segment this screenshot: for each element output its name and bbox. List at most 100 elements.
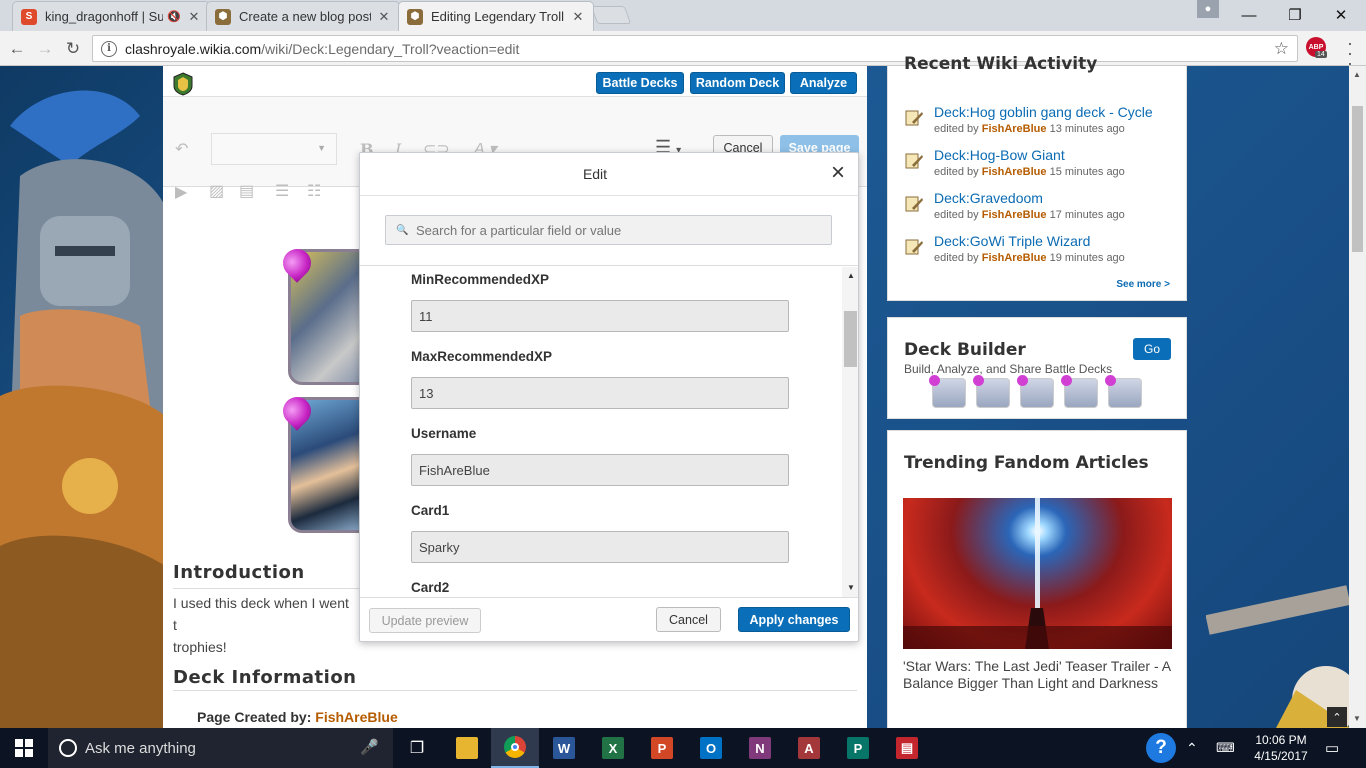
recent-item-link[interactable]: Deck:Hog-Bow Giant — [934, 147, 1065, 163]
back-to-top-icon[interactable]: ⌃ — [1327, 707, 1347, 727]
taskbar-excel[interactable]: X — [589, 728, 637, 768]
access-icon: A — [798, 737, 820, 759]
taskbar-onenote[interactable]: N — [736, 728, 784, 768]
update-preview-button[interactable]: Update preview — [369, 608, 481, 633]
tab-title: Editing Legendary Troll - — [431, 9, 565, 24]
publisher-icon: P — [847, 737, 869, 759]
user-link[interactable]: FishAreBlue — [982, 123, 1047, 135]
browser-menu-icon[interactable]: · · · — [1340, 34, 1360, 72]
taskbar-file-explorer[interactable] — [443, 728, 491, 768]
taskbar-access[interactable]: A — [785, 728, 833, 768]
scroll-down-arrow-icon[interactable]: ▼ — [847, 583, 855, 592]
keyboard-icon[interactable]: ⌨ — [1216, 740, 1235, 756]
dialog-search-area: 🔍 — [360, 196, 858, 266]
page-scroll-thumb[interactable] — [1352, 106, 1363, 252]
close-tab-icon[interactable]: ✕ — [377, 9, 391, 25]
recent-item-meta: edited by FishAreBlue 13 minutes ago — [934, 123, 1125, 135]
scroll-up-arrow-icon[interactable]: ▲ — [1353, 70, 1361, 79]
paragraph-format-dropdown[interactable]: ▼ — [211, 133, 337, 165]
dialog-scrollbar[interactable]: ▲ ▼ — [842, 267, 858, 597]
field-input-username[interactable]: FishAreBlue — [411, 454, 789, 486]
field-label-minrecommendedxp: MinRecommendedXP — [411, 272, 550, 287]
windows-taskbar: Ask me anything 🎤 ❐ W X P O N A P ▤ ? ⌃ … — [0, 728, 1366, 768]
divider — [173, 690, 857, 691]
user-link[interactable]: FishAreBlue — [982, 252, 1047, 264]
trending-article-image[interactable] — [903, 498, 1172, 649]
scroll-down-arrow-icon[interactable]: ▼ — [1353, 714, 1361, 723]
dialog-cancel-button[interactable]: Cancel — [656, 607, 721, 632]
trending-title: Trending Fandom Articles — [904, 453, 1149, 473]
analyze-button[interactable]: Analyze — [790, 72, 857, 94]
deck-builder-go-button[interactable]: Go — [1133, 338, 1171, 360]
profile-icon[interactable]: ● — [1197, 0, 1219, 18]
recent-item-link[interactable]: Deck:Gravedoom — [934, 190, 1043, 206]
mute-icon[interactable]: 🔇 — [167, 10, 181, 23]
minimize-button[interactable]: — — [1226, 0, 1272, 30]
mini-card[interactable] — [929, 375, 966, 408]
recent-item-link[interactable]: Deck:GoWi Triple Wizard — [934, 233, 1090, 249]
battle-decks-button[interactable]: Battle Decks — [596, 72, 684, 94]
scroll-up-arrow-icon[interactable]: ▲ — [847, 271, 855, 280]
taskbar-outlook[interactable]: O — [687, 728, 735, 768]
deck-builder-subtitle: Build, Analyze, and Share Battle Decks — [904, 362, 1113, 376]
restore-button[interactable]: ❐ — [1272, 0, 1318, 30]
created-by-user-link[interactable]: FishAreBlue — [315, 709, 397, 725]
wiki-logo-icon[interactable] — [173, 72, 193, 96]
taskbar-word[interactable]: W — [540, 728, 588, 768]
page-scrollbar[interactable]: ▲ ▼ — [1349, 66, 1366, 728]
start-button[interactable] — [0, 728, 48, 768]
undo-icon[interactable]: ↶ — [175, 139, 188, 159]
page-created-by: Page Created by: FishAreBlue — [197, 709, 398, 725]
close-window-button[interactable]: ✕ — [1318, 0, 1364, 30]
mini-card[interactable] — [1017, 375, 1054, 408]
dialog-scroll-thumb[interactable] — [844, 311, 857, 367]
browser-tab-1[interactable]: S king_dragonhoff | Sup 🔇 ✕ — [12, 1, 210, 31]
microphone-icon[interactable]: 🎤 — [360, 738, 379, 756]
user-link[interactable]: FishAreBlue — [982, 209, 1047, 221]
see-more-link[interactable]: See more > — [1116, 279, 1170, 290]
help-icon[interactable]: ? — [1146, 733, 1176, 763]
right-artwork — [1206, 560, 1350, 728]
taskbar-publisher[interactable]: P — [834, 728, 882, 768]
browser-tab-3-active[interactable]: ⬢ Editing Legendary Troll - ✕ — [398, 1, 594, 31]
mini-card[interactable] — [973, 375, 1010, 408]
bookmark-star-icon[interactable]: ☆ — [1274, 39, 1289, 59]
field-input-card1[interactable]: Sparky — [411, 531, 789, 563]
field-input-minrecommendedxp[interactable]: 11 — [411, 300, 789, 332]
apply-changes-button[interactable]: Apply changes — [738, 607, 850, 632]
taskbar-clock[interactable]: 10:06 PM 4/15/2017 — [1248, 732, 1314, 764]
user-link[interactable]: FishAreBlue — [982, 166, 1047, 178]
dialog-footer: Update preview Cancel Apply changes — [360, 597, 858, 641]
dialog-header: Edit × — [360, 153, 858, 196]
back-button[interactable]: ← — [6, 38, 28, 60]
browser-tab-2[interactable]: ⬢ Create a new blog post | ✕ — [206, 1, 400, 31]
action-center-icon[interactable]: ▭ — [1325, 739, 1339, 757]
close-tab-icon[interactable]: ✕ — [571, 9, 585, 25]
excel-icon: X — [602, 737, 624, 759]
field-search-box[interactable]: 🔍 — [385, 215, 832, 245]
task-view-button[interactable]: ❐ — [393, 728, 441, 768]
close-icon[interactable]: × — [826, 161, 850, 185]
random-deck-button[interactable]: Random Deck — [690, 72, 785, 94]
reload-button[interactable]: ↻ — [62, 38, 84, 60]
taskbar-news[interactable]: ▤ — [883, 728, 931, 768]
recent-item-link[interactable]: Deck:Hog goblin gang deck - Cycle — [934, 104, 1153, 120]
address-bar[interactable]: i clashroyale.wikia.com/wiki/Deck:Legend… — [92, 35, 1298, 62]
taskbar-chrome[interactable] — [491, 728, 539, 768]
outlook-icon: O — [700, 737, 722, 759]
tray-chevron-up-icon[interactable]: ⌃ — [1186, 740, 1198, 757]
taskbar-powerpoint[interactable]: P — [638, 728, 686, 768]
info-icon[interactable]: i — [101, 40, 117, 57]
trending-articles-module: Trending Fandom Articles 'Star Wars: The… — [887, 430, 1187, 728]
field-input-maxrecommendedxp[interactable]: 13 — [411, 377, 789, 409]
cortana-placeholder: Ask me anything — [85, 739, 196, 757]
cortana-search-box[interactable]: Ask me anything 🎤 — [48, 728, 393, 768]
field-search-input[interactable] — [416, 222, 816, 238]
url-host: clashroyale.wikia.com — [125, 40, 262, 57]
mini-card[interactable] — [1105, 375, 1142, 408]
close-tab-icon[interactable]: ✕ — [187, 9, 201, 25]
trending-article-caption[interactable]: 'Star Wars: The Last Jedi' Teaser Traile… — [903, 658, 1173, 692]
mini-card[interactable] — [1061, 375, 1098, 408]
new-tab-button[interactable] — [590, 6, 632, 24]
forward-button[interactable]: → — [34, 38, 56, 60]
